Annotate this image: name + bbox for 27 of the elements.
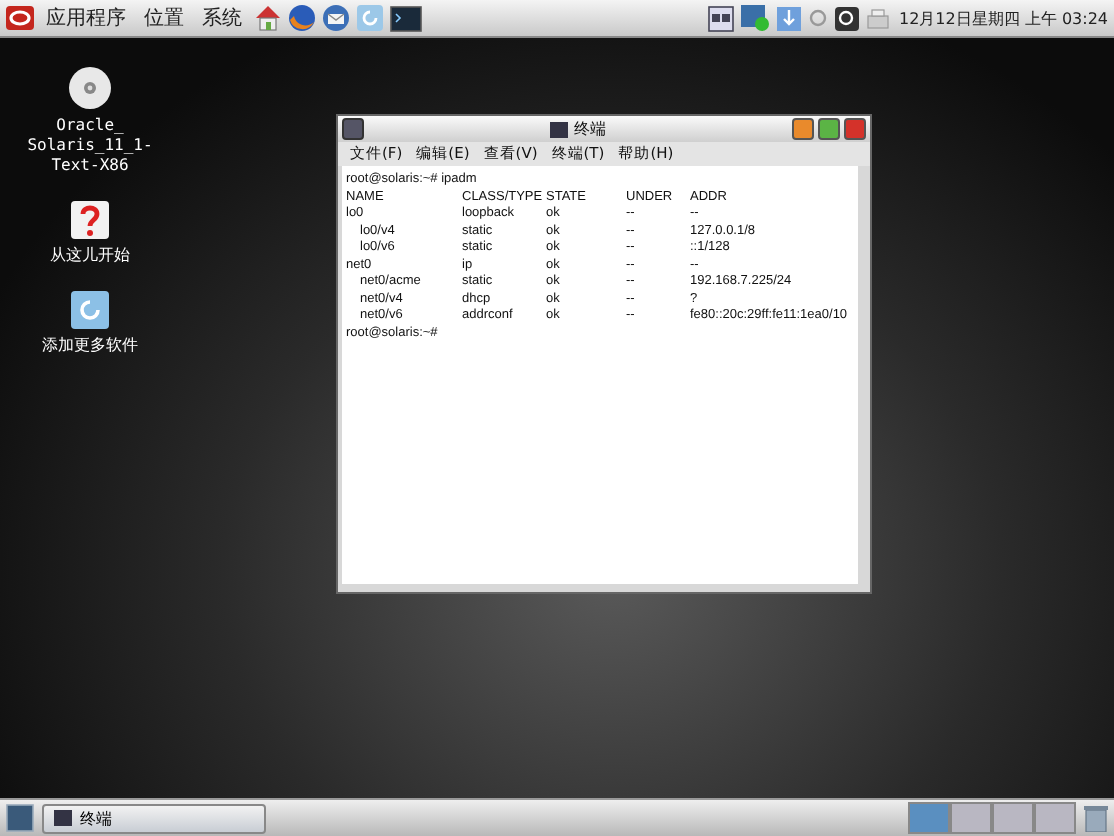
window-title: 终端 <box>574 118 606 140</box>
show-desktop-icon[interactable] <box>6 804 34 832</box>
panel-menu[interactable]: 应用程序 <box>46 4 126 32</box>
desktop-icon-label[interactable]: Oracle_ Solaris_11_1- Text-X86 <box>27 116 153 176</box>
panel-menu[interactable]: 位置 <box>144 4 184 32</box>
browser-icon[interactable] <box>288 4 316 32</box>
desktop-icon-label[interactable]: 从这儿开始 <box>50 246 130 266</box>
workspace-switcher[interactable] <box>908 802 950 834</box>
disc-icon <box>68 66 112 110</box>
help-icon <box>70 200 110 240</box>
workspace-switcher[interactable] <box>950 802 992 834</box>
panel-menu[interactable]: 系统 <box>202 4 242 32</box>
minimize-icon[interactable] <box>792 118 814 140</box>
home-icon[interactable] <box>254 4 282 32</box>
download-icon[interactable] <box>775 5 801 31</box>
workspace-switcher[interactable] <box>992 802 1034 834</box>
workspace-switcher[interactable] <box>1034 802 1076 834</box>
close-icon[interactable] <box>844 118 866 140</box>
desktop-icon-label[interactable]: 添加更多软件 <box>42 336 138 356</box>
software-update-icon <box>70 290 110 330</box>
oracle-logo-icon[interactable] <box>6 6 34 30</box>
trash-icon[interactable] <box>1084 804 1108 832</box>
taskbar-button[interactable]: 终端 <box>42 803 266 833</box>
mail-client-icon[interactable] <box>322 4 350 32</box>
printer-icon[interactable] <box>865 7 889 29</box>
maximize-icon[interactable] <box>818 118 840 140</box>
clock[interactable]: 12月12日星期四 上午 03:24 <box>899 7 1108 29</box>
